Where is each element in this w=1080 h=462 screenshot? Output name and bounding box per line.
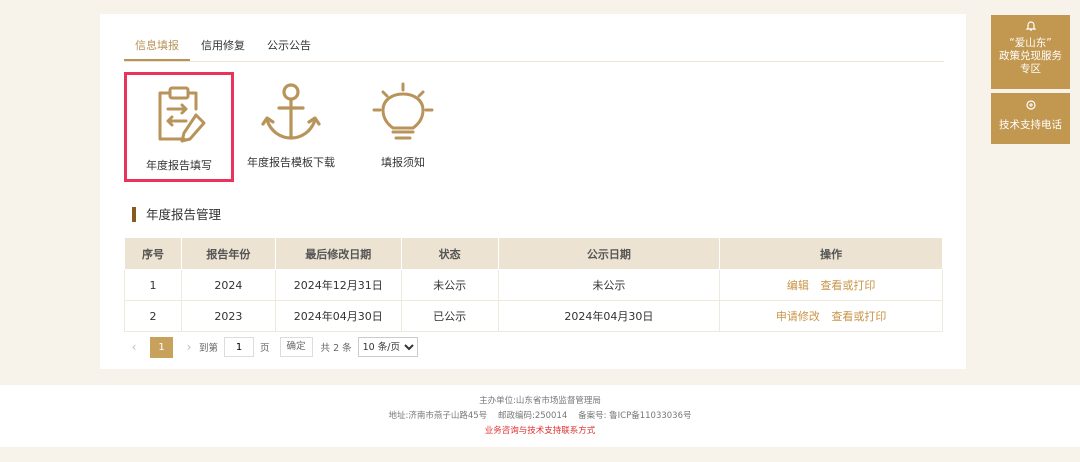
lightbulb-icon bbox=[348, 82, 458, 144]
tile-label: 年度报告模板下载 bbox=[247, 156, 335, 169]
edit-link[interactable]: 编辑 bbox=[787, 279, 809, 292]
section-title: 年度报告管理 bbox=[132, 207, 221, 223]
goto-confirm-button[interactable]: 确定 bbox=[279, 337, 313, 357]
tab-credit-repair[interactable]: 信用修复 bbox=[190, 38, 256, 61]
footer-sponsor: 主办单位:山东省市场监督管理局 bbox=[479, 396, 601, 406]
column-header: 序号 bbox=[124, 237, 182, 270]
table-row: 2 2023 2024年04月30日 已公示 2024年04月30日 申请修改 … bbox=[124, 300, 943, 332]
view-print-link[interactable]: 查看或打印 bbox=[820, 279, 875, 292]
policy-service-label: “爱山东” 政策兑现服务 专区 bbox=[991, 37, 1070, 76]
tab-bar: 信息填报 信用修复 公示公告 bbox=[124, 38, 944, 62]
cell-actions: 申请修改 查看或打印 bbox=[719, 300, 943, 332]
table-row: 1 2024 2024年12月31日 未公示 未公示 编辑 查看或打印 bbox=[124, 269, 943, 301]
tile-label: 年度报告填写 bbox=[146, 159, 212, 172]
policy-service-button[interactable]: “爱山东” 政策兑现服务 专区 bbox=[991, 15, 1070, 89]
pagination: ‹ 1 › 到第 页 确定 共 2 条 10 条/页 bbox=[124, 336, 943, 358]
cell-index: 2 bbox=[124, 300, 182, 332]
cell-publish-date: 2024年04月30日 bbox=[497, 300, 721, 332]
tile-template-download[interactable]: 年度报告模板下载 bbox=[236, 72, 346, 182]
cell-actions: 编辑 查看或打印 bbox=[719, 269, 943, 301]
column-header: 公示日期 bbox=[497, 237, 721, 270]
anchor-icon bbox=[236, 82, 346, 144]
phone-icon bbox=[991, 93, 1070, 114]
tile-label: 填报须知 bbox=[381, 156, 425, 169]
policy-line: 专区 bbox=[1020, 63, 1041, 75]
tech-support-label: 技术支持电话 bbox=[999, 119, 1062, 131]
tab-info-report[interactable]: 信息填报 bbox=[124, 38, 190, 61]
policy-line: “爱山东” bbox=[1009, 37, 1052, 49]
goto-page-input[interactable] bbox=[224, 337, 255, 357]
column-header: 报告年份 bbox=[180, 237, 276, 270]
footer-contact-link[interactable]: 业务咨询与技术支持联系方式 bbox=[0, 424, 1080, 439]
tab-public-notice[interactable]: 公示公告 bbox=[256, 38, 322, 61]
section-title-text: 年度报告管理 bbox=[146, 207, 222, 222]
page-number-current[interactable]: 1 bbox=[150, 336, 173, 358]
column-header: 状态 bbox=[400, 237, 499, 270]
total-count: 共 2 条 bbox=[320, 343, 352, 354]
cell-status: 未公示 bbox=[400, 269, 499, 301]
footer-address: 地址:济南市燕子山路45号 邮政编码:250014 备案号: 鲁ICP备1103… bbox=[388, 411, 692, 421]
clipboard-transfer-icon bbox=[127, 85, 231, 147]
report-table: 序号 报告年份 最后修改日期 状态 公示日期 操作 1 2024 2024年12… bbox=[124, 237, 943, 332]
tile-annual-report-fill[interactable]: 年度报告填写 bbox=[124, 72, 234, 182]
main-card: 信息填报 信用修复 公示公告 年度报告填写 年度报告模板下载 填报须知 年度报告… bbox=[100, 14, 966, 369]
goto-label: 到第 bbox=[199, 343, 219, 354]
cell-publish-date: 未公示 bbox=[497, 269, 721, 301]
table-header-row: 序号 报告年份 最后修改日期 状态 公示日期 操作 bbox=[124, 237, 943, 270]
column-header: 最后修改日期 bbox=[274, 237, 402, 270]
view-print-link[interactable]: 查看或打印 bbox=[831, 310, 886, 323]
next-page-icon[interactable]: › bbox=[179, 340, 199, 354]
cell-status: 已公示 bbox=[400, 300, 499, 332]
policy-line: 政策兑现服务 bbox=[999, 50, 1062, 62]
page-size-select[interactable]: 10 条/页 bbox=[357, 337, 418, 357]
cell-year: 2023 bbox=[180, 300, 276, 332]
tech-support-button[interactable]: 技术支持电话 bbox=[991, 93, 1070, 144]
cell-modified-date: 2024年12月31日 bbox=[274, 269, 402, 301]
page-unit-label: 页 bbox=[260, 343, 270, 354]
request-modify-link[interactable]: 申请修改 bbox=[776, 310, 820, 323]
cell-index: 1 bbox=[124, 269, 182, 301]
cell-year: 2024 bbox=[180, 269, 276, 301]
bell-icon bbox=[991, 15, 1070, 35]
prev-page-icon[interactable]: ‹ bbox=[124, 340, 144, 354]
section-marker bbox=[132, 207, 136, 222]
function-tiles: 年度报告填写 年度报告模板下载 填报须知 bbox=[124, 72, 544, 182]
footer: 主办单位:山东省市场监督管理局 地址:济南市燕子山路45号 邮政编码:25001… bbox=[0, 385, 1080, 447]
cell-modified-date: 2024年04月30日 bbox=[274, 300, 402, 332]
column-header: 操作 bbox=[719, 237, 943, 270]
tile-filing-notice[interactable]: 填报须知 bbox=[348, 72, 458, 182]
